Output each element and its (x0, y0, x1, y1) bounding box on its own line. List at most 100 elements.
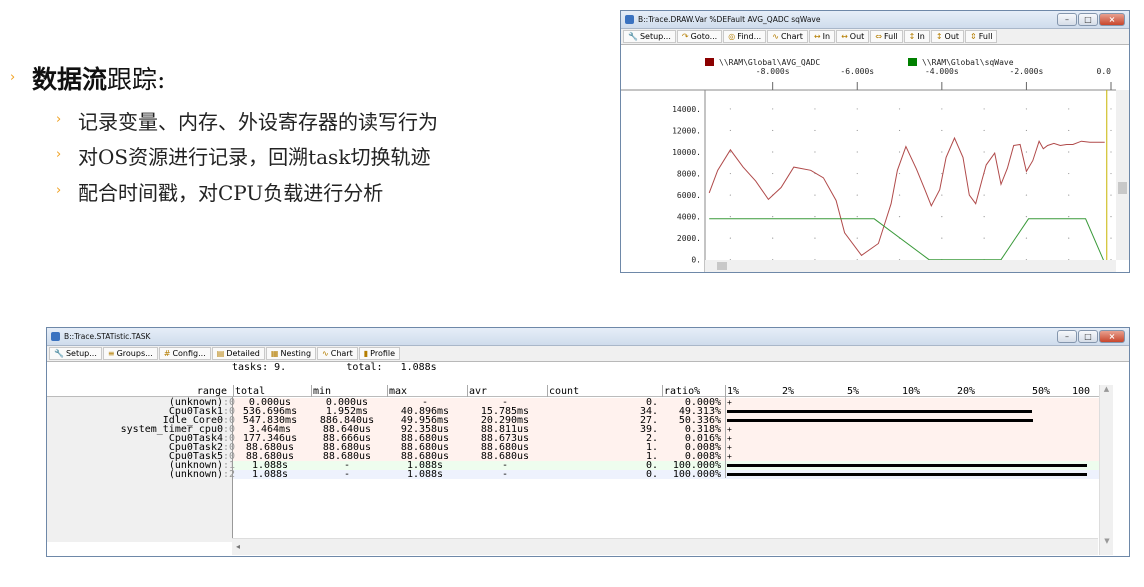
setup-button[interactable]: 🔧 Setup... (623, 30, 676, 43)
header-min[interactable]: min (313, 387, 331, 397)
detailed-button[interactable]: ▤ Detailed (211, 347, 265, 360)
scroll-up-icon[interactable]: ▲ (1100, 385, 1113, 393)
toolbar-label: Full (978, 31, 993, 41)
header-ratio[interactable]: ratio% (664, 387, 700, 397)
nesting-button[interactable]: ▦ Nesting (265, 347, 317, 360)
plot-area: \\RAM\Global\AVG_QADC \\RAM\Global\sqWave… (621, 46, 1129, 272)
out-button[interactable]: ↔ Out (836, 30, 870, 43)
legend-label: \\RAM\Global\sqWave (922, 58, 1014, 67)
y-tick-label: 10000. (672, 148, 701, 157)
toolbar-label: Groups... (116, 348, 153, 358)
time-tick-label: -6.000s (840, 67, 874, 76)
grid-dot (772, 216, 774, 218)
find-button[interactable]: ◎ Find... (723, 30, 767, 43)
grid-dot (983, 108, 985, 110)
scale-tick: 100 (1072, 386, 1091, 397)
grid-dot (1068, 151, 1070, 153)
grid-dot (1068, 216, 1070, 218)
chart-button[interactable]: ∿ Chart (767, 30, 808, 43)
vertical-scrollbar[interactable]: ▲ ▼ (1099, 385, 1113, 555)
grid-dot (1110, 172, 1112, 175)
horizontal-scrollbar[interactable]: ◂ (232, 538, 1098, 555)
grid-dot (1025, 151, 1028, 153)
groups-button[interactable]: ≡ Groups... (102, 347, 158, 360)
minimize-button[interactable]: – (1057, 330, 1077, 343)
toolbar-label: Full (883, 31, 898, 41)
summary-line: tasks: 9. total: 1.088s (232, 362, 437, 373)
toolbar-label: Profile (370, 348, 396, 358)
full-button[interactable]: ⇔ Full (870, 30, 903, 43)
point-bullet-icon: › (56, 147, 62, 162)
scroll-thumb (1118, 182, 1127, 194)
grid-dot (729, 194, 731, 196)
grid-dot (729, 151, 731, 153)
toolbar-label: In (917, 31, 925, 41)
header-avr[interactable]: avr (469, 387, 487, 397)
col-divider (387, 385, 388, 397)
grid-dot (941, 108, 943, 110)
grid-dot (1110, 151, 1112, 153)
grid-dot (856, 129, 858, 132)
header-total[interactable]: total (235, 387, 265, 397)
scroll-down-icon[interactable]: ▼ (1100, 537, 1114, 545)
app-icon (51, 332, 60, 341)
grid-dot (1025, 237, 1028, 239)
toolbar-label: Goto... (690, 31, 718, 41)
grid-dot (1110, 108, 1112, 110)
grid-dot (772, 129, 774, 132)
header-count[interactable]: count (549, 387, 579, 397)
goto-icon: ↷ (681, 31, 689, 41)
full-button[interactable]: ⇕ Full (965, 30, 998, 43)
minimize-button[interactable]: – (1057, 13, 1077, 26)
scale-tick: 1% (727, 386, 740, 397)
trace-chart: \\RAM\Global\AVG_QADC \\RAM\Global\sqWave… (621, 46, 1129, 272)
y-tick-label: 12000. (672, 126, 701, 135)
grid-dot (772, 108, 774, 110)
grid-dot (772, 237, 774, 239)
col-divider (233, 385, 234, 397)
grid-dot (729, 216, 731, 218)
window-title: B::Trace.STATistic.TASK (64, 332, 151, 341)
grid-dot (1068, 194, 1070, 196)
slide-title: 数据流跟踪: (32, 60, 165, 96)
config-button[interactable]: # Config... (158, 347, 211, 360)
cell-min: - (343, 469, 351, 480)
maximize-button[interactable]: □ (1078, 13, 1098, 26)
setup-button[interactable]: 🔧 Setup... (49, 347, 102, 360)
goto-button[interactable]: ↷ Goto... (676, 30, 723, 43)
grid-dot (1068, 172, 1070, 175)
scroll-left-icon[interactable]: ◂ (236, 542, 240, 551)
header-max[interactable]: max (389, 387, 407, 397)
toolbar-label: Nesting (280, 348, 312, 358)
v-zoom-in-icon: ↕ (908, 31, 916, 41)
toolbar-label: Out (944, 31, 960, 41)
ratio-bar-marker: + (727, 452, 732, 461)
wrench-icon: 🔧 (628, 31, 638, 41)
close-button[interactable]: × (1099, 330, 1125, 343)
cell-count: 39. (639, 424, 658, 435)
cell-count: 2. (645, 433, 658, 444)
close-button[interactable]: × (1099, 13, 1125, 26)
title-bar: B::Trace.DRAW.Var %DEFault AVG_QADC sqWa… (621, 11, 1129, 29)
y-tick-label: 0. (691, 256, 701, 265)
avg-qadc-line (708, 136, 1105, 257)
out-button[interactable]: ↕ Out (930, 30, 965, 43)
v-full-icon: ⇕ (970, 31, 977, 41)
in-button[interactable]: ↕ In (903, 30, 930, 43)
grid-dot (856, 108, 858, 110)
cell-max: 1.088s (406, 469, 444, 480)
chart-button[interactable]: ∿ Chart (317, 347, 358, 360)
maximize-button[interactable]: □ (1078, 330, 1098, 343)
sqwave-line (709, 218, 1106, 264)
profile-button[interactable]: ▮ Profile (358, 347, 401, 360)
scale-tick: 20% (957, 386, 976, 397)
col-divider (547, 385, 548, 397)
grid-dot (898, 216, 901, 218)
grid-dot (983, 237, 985, 239)
header-range[interactable]: range (47, 387, 227, 397)
grid-dot (1068, 237, 1070, 239)
grid-dot (1025, 216, 1028, 218)
in-button[interactable]: ↔ In (808, 30, 836, 43)
grid-dot (729, 237, 731, 239)
grid-dot (729, 129, 731, 132)
